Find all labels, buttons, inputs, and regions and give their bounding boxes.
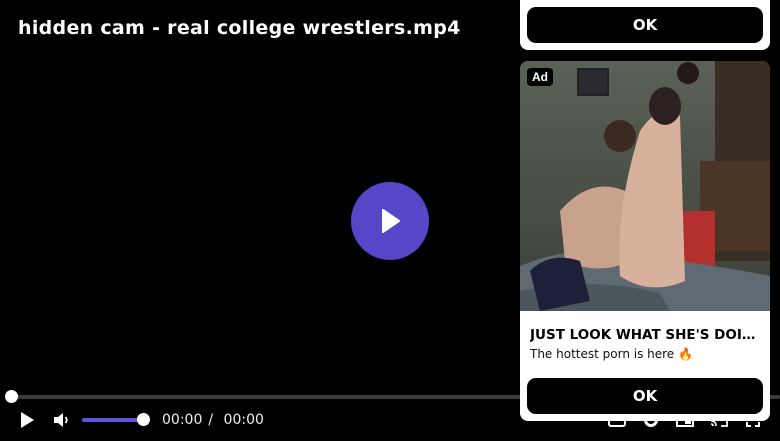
time-separator: / (208, 412, 214, 428)
ad-top-ok-button[interactable]: OK (527, 7, 763, 43)
ad-ok-button[interactable]: OK (527, 378, 763, 414)
ad-subtext: The hottest porn is here 🔥 (530, 347, 693, 361)
big-play-button[interactable] (351, 182, 429, 260)
volume-slider[interactable] (82, 418, 144, 422)
ad-overlay-top: OK (520, 0, 770, 50)
volume-icon (54, 413, 68, 427)
ad-headline[interactable]: JUST LOOK WHAT SHE'S DOING ... (530, 327, 762, 343)
ad-badge: Ad (527, 68, 553, 86)
play-button[interactable] (14, 405, 40, 435)
duration: 00:00 (223, 412, 264, 428)
time-display: 00:00 / 00:00 (162, 412, 270, 428)
ad-card[interactable]: Ad JUST LOOK WHAT SHE'S DOING ... The ho… (520, 61, 770, 421)
video-title: hidden cam - real college wrestlers.mp4 (18, 17, 461, 39)
ad-image[interactable]: Ad (520, 61, 770, 311)
play-icon (382, 209, 400, 233)
ad-photo (520, 61, 770, 311)
volume-handle[interactable] (137, 413, 150, 426)
volume-button[interactable] (50, 405, 74, 435)
play-icon (21, 412, 34, 428)
progress-handle[interactable] (5, 390, 18, 403)
current-time: 00:00 (162, 412, 203, 428)
